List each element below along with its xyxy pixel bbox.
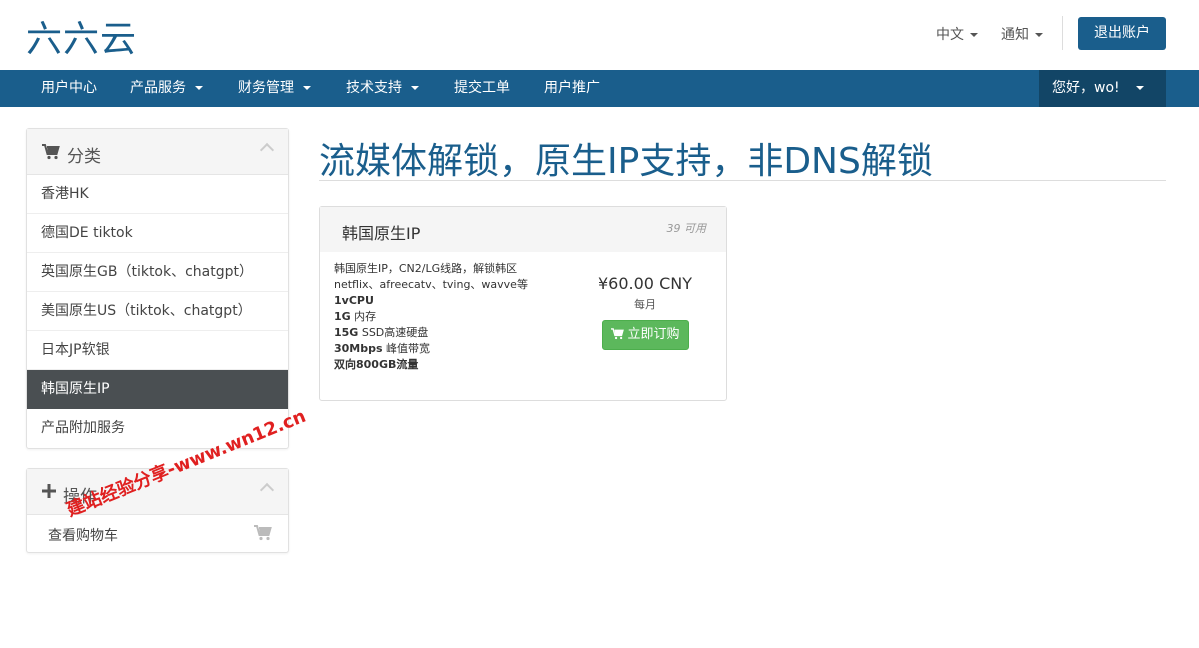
description-line: netflix、afreecatv、tving、wavve等 <box>334 278 528 291</box>
category-item-kr[interactable]: 韩国原生IP <box>27 370 288 409</box>
chevron-down-icon <box>303 86 311 90</box>
chevron-down-icon <box>1035 33 1043 37</box>
language-label: 中文 <box>936 27 964 43</box>
category-item-gb[interactable]: 英国原生GB（tiktok、chatgpt） <box>27 253 288 292</box>
cart-icon <box>42 144 60 165</box>
user-account-dropdown[interactable]: 您好，wo! <box>1039 70 1166 107</box>
order-now-label: 立即订购 <box>627 327 680 342</box>
description-line: 1G 内存 <box>334 310 377 323</box>
notifications-label: 通知 <box>1001 27 1029 43</box>
nav-label: 财务管理 <box>238 80 294 96</box>
nav-item-products[interactable]: 产品服务 <box>130 70 203 107</box>
nav-label: 技术支持 <box>346 80 402 96</box>
chevron-down-icon <box>195 86 203 90</box>
category-item-hk[interactable]: 香港HK <box>27 175 288 214</box>
top-header: 六六云 中文 通知 退出账户 <box>0 0 1199 70</box>
product-name: 韩国原生IP <box>342 224 421 243</box>
view-cart-label: 查看购物车 <box>48 528 118 544</box>
nav-item-open-ticket[interactable]: 提交工单 <box>454 70 510 107</box>
notifications-dropdown[interactable]: 通知 <box>1001 24 1043 44</box>
header-divider <box>1062 16 1063 50</box>
site-logo[interactable]: 六六云 <box>26 10 137 62</box>
view-cart-link[interactable]: 查看购物车 <box>27 515 288 553</box>
category-item-us[interactable]: 美国原生US（tiktok、chatgpt） <box>27 292 288 331</box>
chevron-down-icon <box>970 33 978 37</box>
product-card-header: 韩国原生IP 39 可用 <box>320 207 726 252</box>
order-now-button[interactable]: 立即订购 <box>602 320 689 350</box>
logout-button[interactable]: 退出账户 <box>1078 17 1166 50</box>
categories-title: 分类 <box>67 147 101 167</box>
description-line: 15G SSD高速硬盘 <box>334 326 429 339</box>
category-item-jp[interactable]: 日本JP软银 <box>27 331 288 370</box>
nav-label: 产品服务 <box>130 80 186 96</box>
product-card: 韩国原生IP 39 可用 韩国原生IP，CN2/LG线路，解锁韩区 netfli… <box>319 206 727 401</box>
chevron-down-icon <box>411 86 419 90</box>
description-line: 双向800GB流量 <box>334 358 419 371</box>
chevron-up-icon[interactable] <box>259 142 275 158</box>
product-description: 韩国原生IP，CN2/LG线路，解锁韩区 netflix、afreecatv、t… <box>334 261 528 373</box>
category-item-de[interactable]: 德国DE tiktok <box>27 214 288 253</box>
categories-panel-header[interactable]: 分类 <box>27 129 288 175</box>
nav-label: 提交工单 <box>454 80 510 96</box>
title-divider <box>319 180 1166 181</box>
cart-icon <box>254 525 272 545</box>
chevron-up-icon[interactable] <box>259 482 275 498</box>
nav-item-billing[interactable]: 财务管理 <box>238 70 311 107</box>
page-title: 流媒体解锁，原生IP支持，非DNS解锁 <box>319 141 933 182</box>
chevron-down-icon <box>1135 86 1144 90</box>
categories-panel: 分类 香港HK 德国DE tiktok 英国原生GB（tiktok、chatgp… <box>26 128 289 449</box>
cart-icon <box>611 323 625 351</box>
nav-label: 用户中心 <box>41 80 97 96</box>
nav-item-user-center[interactable]: 用户中心 <box>41 70 97 107</box>
user-greeting: 您好，wo! <box>1052 80 1120 96</box>
nav-item-affiliates[interactable]: 用户推广 <box>544 70 600 107</box>
description-line: 1vCPU <box>334 294 374 307</box>
main-navbar: 用户中心 产品服务 财务管理 技术支持 提交工单 用户推广 您好，wo! <box>0 70 1199 107</box>
description-line: 韩国原生IP，CN2/LG线路，解锁韩区 <box>334 262 518 275</box>
billing-cycle: 每月 <box>634 298 656 311</box>
nav-item-support[interactable]: 技术支持 <box>346 70 419 107</box>
product-availability: 39 可用 <box>666 222 707 235</box>
product-price: ¥60.00 CNY <box>598 274 692 293</box>
language-dropdown[interactable]: 中文 <box>936 24 978 44</box>
description-line: 30Mbps 峰值带宽 <box>334 342 431 355</box>
plus-icon <box>42 483 56 503</box>
nav-label: 用户推广 <box>544 80 600 96</box>
